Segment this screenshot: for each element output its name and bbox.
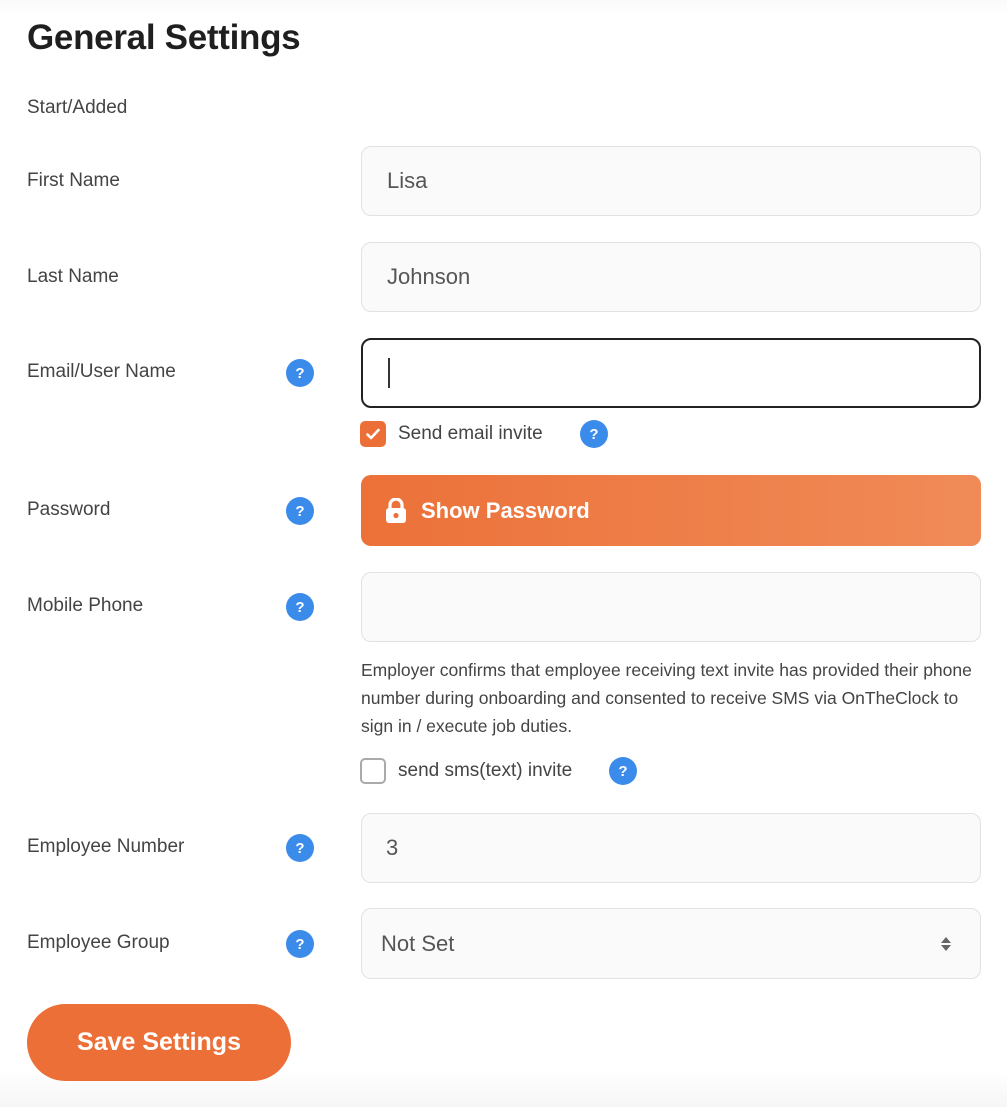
employee-number-input[interactable]: 3 <box>361 813 981 883</box>
send-sms-invite-label[interactable]: send sms(text) invite <box>398 760 572 782</box>
last-name-input[interactable]: Johnson <box>361 242 981 312</box>
show-password-label: Show Password <box>421 497 590 523</box>
send-email-invite-label[interactable]: Send email invite <box>398 423 543 445</box>
employee-group-select[interactable]: Not Set <box>361 908 981 979</box>
mobile-phone-help-icon[interactable]: ? <box>286 593 314 621</box>
sms-consent-note: Employer confirms that employee receivin… <box>361 660 972 736</box>
checkmark-icon <box>366 428 380 440</box>
send-email-invite-checkbox[interactable] <box>360 421 386 447</box>
first-name-input[interactable]: Lisa <box>361 146 981 216</box>
email-input[interactable] <box>361 338 981 408</box>
employee-group-value: Not Set <box>381 930 455 956</box>
employee-number-value: 3 <box>386 835 399 860</box>
page-title: General Settings <box>27 18 301 57</box>
password-label: Password <box>27 499 111 520</box>
start-added-label: Start/Added <box>27 97 128 118</box>
email-help-icon[interactable]: ? <box>286 359 314 387</box>
mobile-phone-label: Mobile Phone <box>27 595 144 616</box>
show-password-button[interactable]: Show Password <box>361 475 981 546</box>
employee-number-label: Employee Number <box>27 836 185 857</box>
employee-group-help-icon[interactable]: ? <box>286 930 314 958</box>
send-sms-invite-checkbox[interactable] <box>360 758 386 784</box>
last-name-label: Last Name <box>27 266 119 287</box>
first-name-value: Lisa <box>387 168 428 193</box>
select-arrows-icon <box>941 936 951 951</box>
save-settings-button[interactable]: Save Settings <box>27 1004 291 1081</box>
lock-icon <box>385 497 407 524</box>
employee-group-label: Employee Group <box>27 932 170 953</box>
send-sms-invite-help-icon[interactable]: ? <box>609 757 637 785</box>
text-cursor <box>388 358 390 388</box>
send-email-invite-help-icon[interactable]: ? <box>580 420 608 448</box>
password-help-icon[interactable]: ? <box>286 497 314 525</box>
first-name-label: First Name <box>27 170 120 191</box>
email-label: Email/User Name <box>27 361 176 382</box>
mobile-phone-input[interactable] <box>361 572 981 642</box>
employee-number-help-icon[interactable]: ? <box>286 834 314 862</box>
last-name-value: Johnson <box>387 264 471 289</box>
